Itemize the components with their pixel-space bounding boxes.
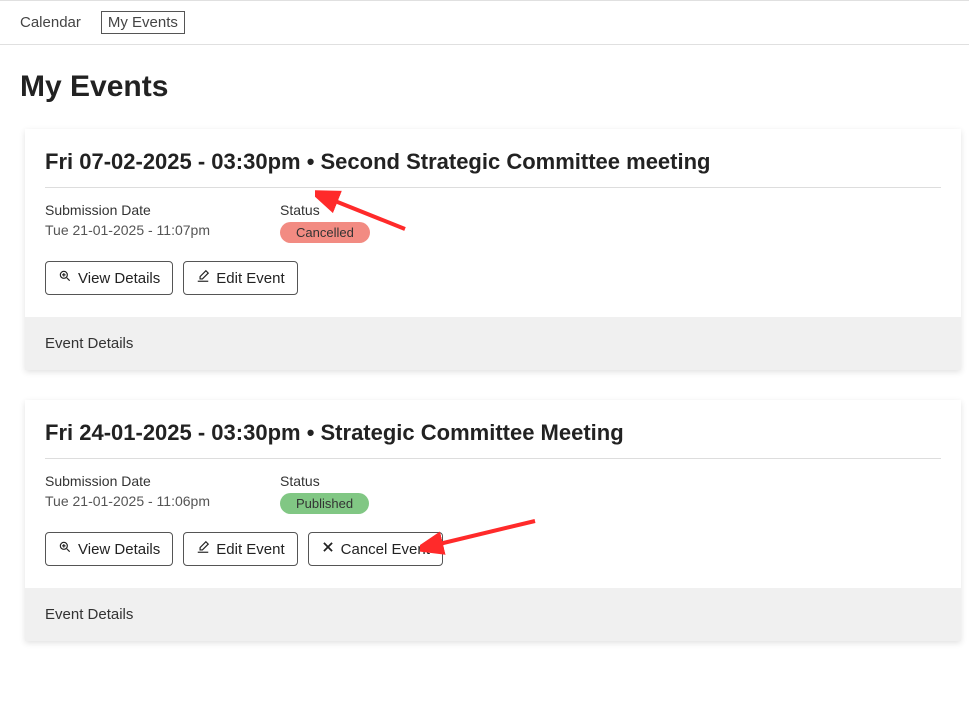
status-badge: Published bbox=[280, 493, 369, 514]
view-details-button[interactable]: View Details bbox=[45, 532, 173, 566]
page-title: My Events bbox=[20, 70, 969, 104]
event-card: Fri 24-01-2025 - 03:30pm • Strategic Com… bbox=[25, 400, 961, 641]
button-label: Cancel Event bbox=[341, 541, 430, 558]
status-badge: Cancelled bbox=[280, 222, 370, 243]
event-details-bar[interactable]: Event Details bbox=[25, 317, 961, 370]
submission-date-value: Tue 21-01-2025 - 11:06pm bbox=[45, 493, 210, 509]
status-label: Status bbox=[280, 202, 370, 218]
tab-calendar[interactable]: Calendar bbox=[20, 14, 81, 31]
submission-date-label: Submission Date bbox=[45, 202, 210, 218]
zoom-in-icon bbox=[58, 269, 72, 287]
button-label: Edit Event bbox=[216, 541, 284, 558]
close-icon bbox=[321, 540, 335, 558]
zoom-in-icon bbox=[58, 540, 72, 558]
submission-date-value: Tue 21-01-2025 - 11:07pm bbox=[45, 222, 210, 238]
event-title: Fri 07-02-2025 - 03:30pm • Second Strate… bbox=[45, 149, 941, 188]
tab-my-events[interactable]: My Events bbox=[101, 11, 185, 34]
cancel-event-button[interactable]: Cancel Event bbox=[308, 532, 443, 566]
event-details-bar[interactable]: Event Details bbox=[25, 588, 961, 641]
submission-date-label: Submission Date bbox=[45, 473, 210, 489]
edit-icon bbox=[196, 269, 210, 287]
button-label: View Details bbox=[78, 270, 160, 287]
event-card: Fri 07-02-2025 - 03:30pm • Second Strate… bbox=[25, 129, 961, 370]
status-label: Status bbox=[280, 473, 369, 489]
edit-event-button[interactable]: Edit Event bbox=[183, 532, 297, 566]
button-label: Edit Event bbox=[216, 270, 284, 287]
event-title: Fri 24-01-2025 - 03:30pm • Strategic Com… bbox=[45, 420, 941, 459]
edit-event-button[interactable]: Edit Event bbox=[183, 261, 297, 295]
tab-bar: Calendar My Events bbox=[0, 0, 969, 45]
edit-icon bbox=[196, 540, 210, 558]
view-details-button[interactable]: View Details bbox=[45, 261, 173, 295]
button-label: View Details bbox=[78, 541, 160, 558]
